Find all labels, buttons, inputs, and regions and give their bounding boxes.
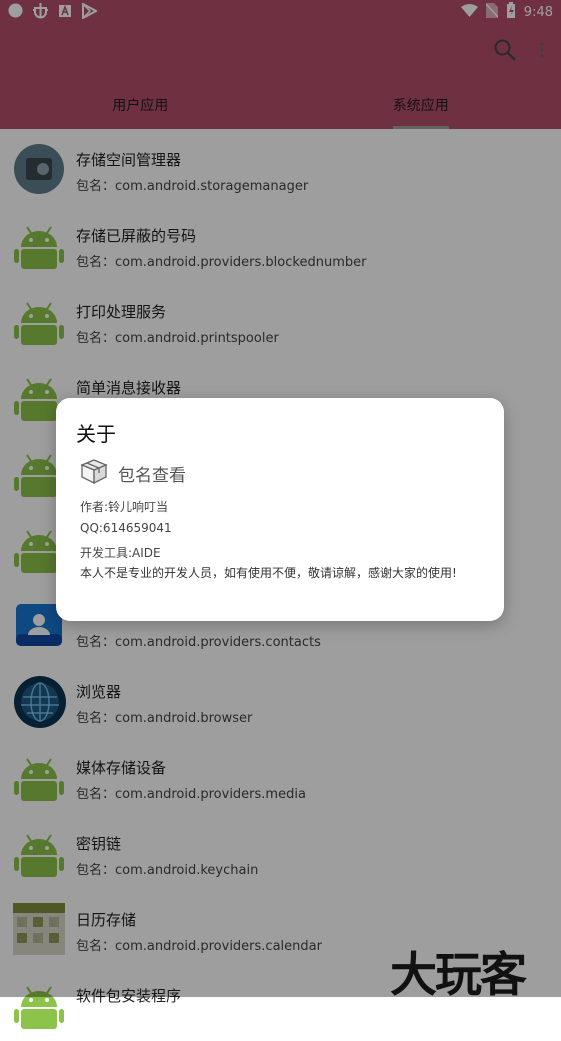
about-dialog: 关于 包名查看 作者:铃儿响叮当 QQ:614659041 开发工具:AIDE …	[56, 398, 504, 621]
dialog-title: 关于	[76, 418, 116, 447]
dialog-description: 本人不是专业的开发人员，如有使用不便，敬请谅解，感谢大家的使用!	[80, 566, 485, 581]
dialog-dev-tool: 开发工具:AIDE	[80, 544, 161, 561]
package-box-icon	[80, 458, 108, 488]
dialog-qq: QQ:614659041	[80, 521, 172, 535]
dialog-author: 作者:铃儿响叮当	[80, 498, 168, 515]
dialog-app-name: 包名查看	[118, 461, 186, 486]
watermark-logo: 大玩客	[390, 936, 525, 1005]
